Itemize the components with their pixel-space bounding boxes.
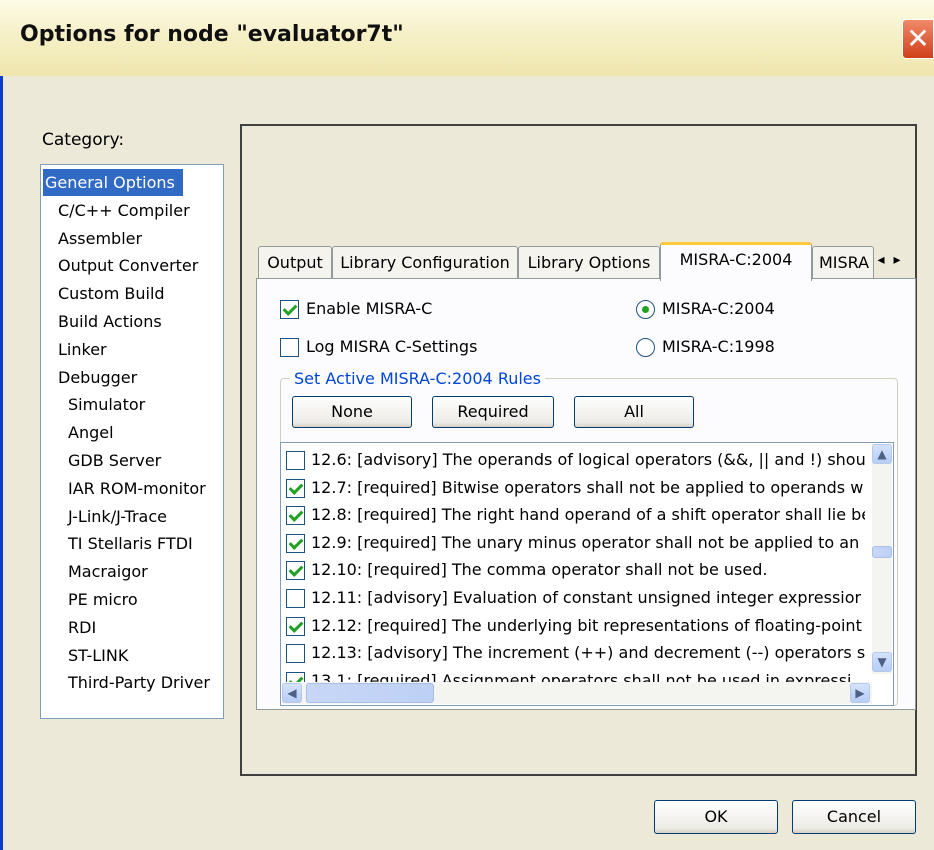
category-item[interactable]: C/C++ Compiler <box>41 197 237 224</box>
category-item-label: Assembler <box>58 228 143 248</box>
category-item[interactable]: Custom Build <box>41 280 237 307</box>
rule-row[interactable]: 12.12: [required] The underlying bit rep… <box>281 613 865 640</box>
category-item[interactable]: GDB Server <box>41 447 247 474</box>
rule-text: 12.10: [required] The comma operator sha… <box>311 560 768 580</box>
rule-checkbox[interactable] <box>286 533 305 553</box>
tab-misra-2004[interactable]: MISRA-C:2004 <box>660 242 812 281</box>
category-item[interactable]: Debugger <box>41 364 237 391</box>
category-item[interactable]: ST-LINK <box>41 642 247 669</box>
category-item-label: TI Stellaris FTDI <box>68 534 193 554</box>
scroll-up-icon[interactable]: ▲ <box>872 444 892 464</box>
misra-1998-label: MISRA-C:1998 <box>662 337 775 356</box>
rule-text: 12.11: [advisory] Evaluation of constant… <box>311 588 862 607</box>
rule-text: 12.7: [required] Bitwise operators shall… <box>311 477 864 497</box>
tab-output[interactable]: Output <box>258 246 332 279</box>
category-item[interactable]: Angel <box>41 419 247 446</box>
rule-row[interactable]: 12.10: [required] The comma operator sha… <box>281 557 865 584</box>
rule-row[interactable]: 12.7: [required] Bitwise operators shall… <box>281 475 865 502</box>
cancel-button[interactable]: Cancel <box>792 800 916 834</box>
category-item[interactable]: Macraigor <box>41 558 247 585</box>
category-item-label: PE micro <box>68 590 138 609</box>
rule-checkbox[interactable] <box>286 561 305 581</box>
close-button[interactable]: ✕ <box>902 19 934 59</box>
rule-row[interactable]: 12.8: [required] The right hand operand … <box>281 502 865 529</box>
log-misra-label: Log MISRA C-Settings <box>306 337 478 356</box>
misra-2004-label: MISRA-C:2004 <box>662 299 775 318</box>
category-label: Category: <box>42 130 125 150</box>
rule-checkbox[interactable] <box>286 506 305 526</box>
vertical-scroll-thumb[interactable] <box>872 546 892 558</box>
window-title: Options for node "evaluator7t" <box>20 22 404 47</box>
category-item-label: Build Actions <box>58 312 162 331</box>
enable-misra-label: Enable MISRA-C <box>306 299 433 318</box>
category-item-label: C/C++ Compiler <box>58 200 190 220</box>
rules-vertical-scrollbar[interactable]: ▲ ▼ <box>872 444 892 674</box>
category-item[interactable]: Assembler <box>41 225 237 252</box>
category-item[interactable]: Build Actions <box>41 308 237 335</box>
category-item[interactable]: General Options <box>41 169 225 196</box>
category-item[interactable]: Simulator <box>41 391 247 418</box>
log-misra-checkbox[interactable] <box>280 338 299 357</box>
rule-row[interactable]: 12.11: [advisory] Evaluation of constant… <box>281 585 865 612</box>
category-item-label: Output Converter <box>58 256 199 276</box>
category-item[interactable]: Output Converter <box>41 252 237 279</box>
category-item[interactable]: IAR ROM-monitor <box>41 475 247 502</box>
misra-2004-radio[interactable] <box>636 300 655 319</box>
tab-misra-1998[interactable]: MISRA <box>812 246 874 279</box>
category-item-label: RDI <box>68 617 97 637</box>
rule-checkbox[interactable] <box>286 478 305 498</box>
rules-group-label: Set Active MISRA-C:2004 Rules <box>290 369 545 388</box>
tab-scroll-buttons[interactable]: ◂ ▸ <box>866 248 912 272</box>
all-button[interactable]: All <box>574 396 694 428</box>
category-item-label: Simulator <box>68 395 146 415</box>
tab-library-options[interactable]: Library Options <box>518 246 660 279</box>
none-button[interactable]: None <box>292 396 412 428</box>
rule-row[interactable]: 12.13: [advisory] The increment (++) and… <box>281 640 865 667</box>
category-item-label: General Options <box>43 169 183 196</box>
category-item-label: Macraigor <box>68 562 148 582</box>
rule-text: 12.6: [advisory] The operands of logical… <box>311 450 865 469</box>
enable-misra-checkbox[interactable] <box>280 300 299 319</box>
scroll-left-icon[interactable]: ◂ <box>878 252 885 268</box>
misra-1998-radio[interactable] <box>636 338 655 357</box>
close-icon: ✕ <box>906 22 930 55</box>
rule-text: 12.8: [required] The right hand operand … <box>311 505 865 525</box>
scroll-right-arrow-icon[interactable]: ▶ <box>850 683 870 703</box>
rule-text: 12.13: [advisory] The increment (++) and… <box>311 643 865 663</box>
category-item[interactable]: TI Stellaris FTDI <box>41 530 247 557</box>
horizontal-scroll-thumb[interactable] <box>306 683 434 703</box>
scroll-right-icon[interactable]: ▸ <box>893 252 900 268</box>
scroll-left-arrow-icon[interactable]: ◀ <box>282 683 302 703</box>
category-item-label: Custom Build <box>58 284 165 304</box>
category-item-label: Linker <box>58 339 107 359</box>
rule-text: 12.12: [required] The underlying bit rep… <box>311 615 862 635</box>
category-item-label: ST-LINK <box>68 645 129 665</box>
category-item[interactable]: PE micro <box>41 586 247 613</box>
category-item-label: J-Link/J-Trace <box>68 506 167 526</box>
category-item[interactable]: Linker <box>41 336 237 363</box>
rules-horizontal-scrollbar[interactable]: ◀ ▶ <box>282 682 872 704</box>
category-item[interactable]: J-Link/J-Trace <box>41 503 247 530</box>
rule-checkbox[interactable] <box>286 451 305 470</box>
rule-checkbox[interactable] <box>286 616 305 636</box>
rules-list[interactable]: 12.6: [advisory] The operands of logical… <box>280 442 894 706</box>
tab-library-configuration[interactable]: Library Configuration <box>332 246 518 279</box>
category-item-label: Third-Party Driver <box>68 673 210 693</box>
category-item[interactable]: RDI <box>41 614 247 641</box>
category-list[interactable]: General Options C/C++ Compiler Assembler Ou… <box>40 164 224 719</box>
rule-checkbox[interactable] <box>286 644 305 664</box>
scroll-down-icon[interactable]: ▼ <box>872 652 892 672</box>
category-item-label: Angel <box>68 423 114 443</box>
rule-row[interactable]: 12.9: [required] The unary minus operato… <box>281 530 865 557</box>
ok-button[interactable]: OK <box>654 800 778 834</box>
rule-row[interactable]: 12.6: [advisory] The operands of logical… <box>281 447 865 474</box>
required-button[interactable]: Required <box>432 396 554 428</box>
rule-checkbox[interactable] <box>286 589 305 608</box>
category-item-label: Debugger <box>58 367 138 387</box>
category-item[interactable]: Third-Party Driver <box>41 669 247 696</box>
category-item-label: GDB Server <box>68 451 162 470</box>
category-item-label: IAR ROM-monitor <box>68 478 206 498</box>
rule-text: 12.9: [required] The unary minus operato… <box>311 532 860 552</box>
